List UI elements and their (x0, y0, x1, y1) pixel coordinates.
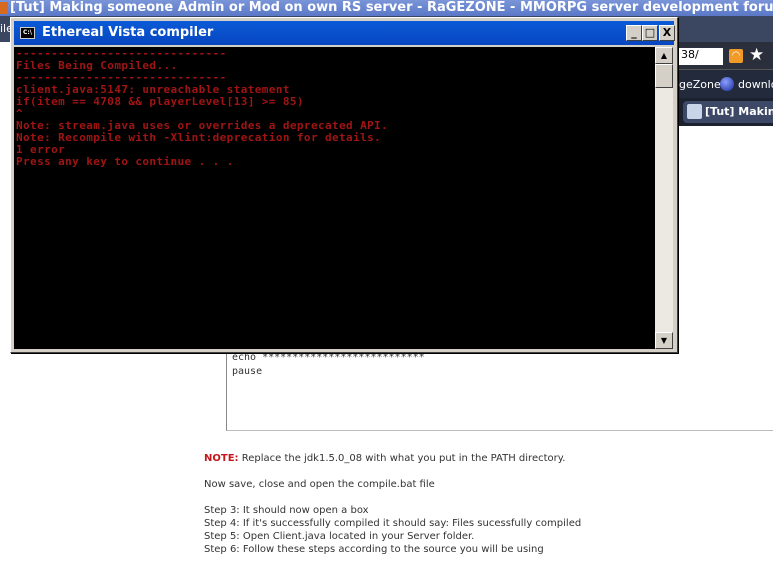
step: Step 5: Open Client.java located in your… (204, 531, 475, 542)
minimize-button[interactable]: _ (626, 25, 642, 41)
console-title-bar[interactable]: C:\ Ethereal Vista compiler _ □ X (14, 21, 675, 45)
tab-bar: [Tut] Makin (677, 98, 773, 126)
console-output: ------------------------------ Files Bein… (14, 47, 655, 349)
browser-title: [Tut] Making someone Admin or Mod on own… (10, 0, 773, 15)
step: Step 6: Follow these steps according to … (204, 544, 544, 555)
post-content: NOTE: Replace the jdk1.5.0_08 with what … (204, 452, 581, 556)
scroll-thumb[interactable] (655, 64, 673, 88)
url-input[interactable]: 38/ (679, 48, 723, 65)
bookmark-star-icon[interactable]: ★ (749, 45, 764, 65)
browser-title-bar: [Tut] Making someone Admin or Mod on own… (0, 0, 773, 16)
note-label: NOTE: (204, 453, 239, 464)
bookmark-downloads[interactable]: downlo (738, 78, 773, 91)
page-icon (687, 104, 702, 119)
tab-label: [Tut] Makin (705, 105, 773, 118)
tab-tut[interactable]: [Tut] Makin (683, 101, 773, 123)
bookmark-ragezone[interactable]: geZone (679, 78, 721, 91)
console-line: Press any key to continue . . . (16, 155, 234, 168)
note-text: Replace the jdk1.5.0_08 with what you pu… (238, 453, 566, 464)
code-line: echo *************************** (232, 352, 425, 363)
scroll-down-icon[interactable]: ▼ (655, 332, 673, 349)
maximize-button[interactable]: □ (642, 25, 658, 41)
firefox-icon (0, 2, 8, 14)
cmd-icon: C:\ (20, 27, 35, 39)
code-line: pause (232, 366, 263, 377)
console-window: C:\ Ethereal Vista compiler _ □ X ------… (10, 17, 678, 353)
step: Step 3: It should now open a box (204, 505, 369, 516)
code-box: echo *************************** pause (226, 340, 773, 431)
console-line: if(item == 4708 && playerLevel[13] >= 85… (16, 95, 304, 108)
globe-icon (720, 77, 734, 91)
save-instruction: Now save, close and open the compile.bat… (204, 479, 435, 490)
rss-feed-icon[interactable]: ◠ (729, 49, 743, 63)
console-scrollbar[interactable]: ▲ ▼ (655, 47, 673, 349)
console-line: Note: Recompile with -Xlint:deprecation … (16, 131, 382, 144)
console-title: Ethereal Vista compiler (42, 25, 214, 40)
step: Step 4: If it's successfully compiled it… (204, 518, 582, 529)
bookmarks-toolbar: geZone downlo (677, 70, 773, 98)
close-button[interactable]: X (659, 25, 675, 41)
scroll-up-icon[interactable]: ▲ (655, 47, 673, 64)
navigation-toolbar: 38/ ◠ ★ (677, 42, 773, 70)
